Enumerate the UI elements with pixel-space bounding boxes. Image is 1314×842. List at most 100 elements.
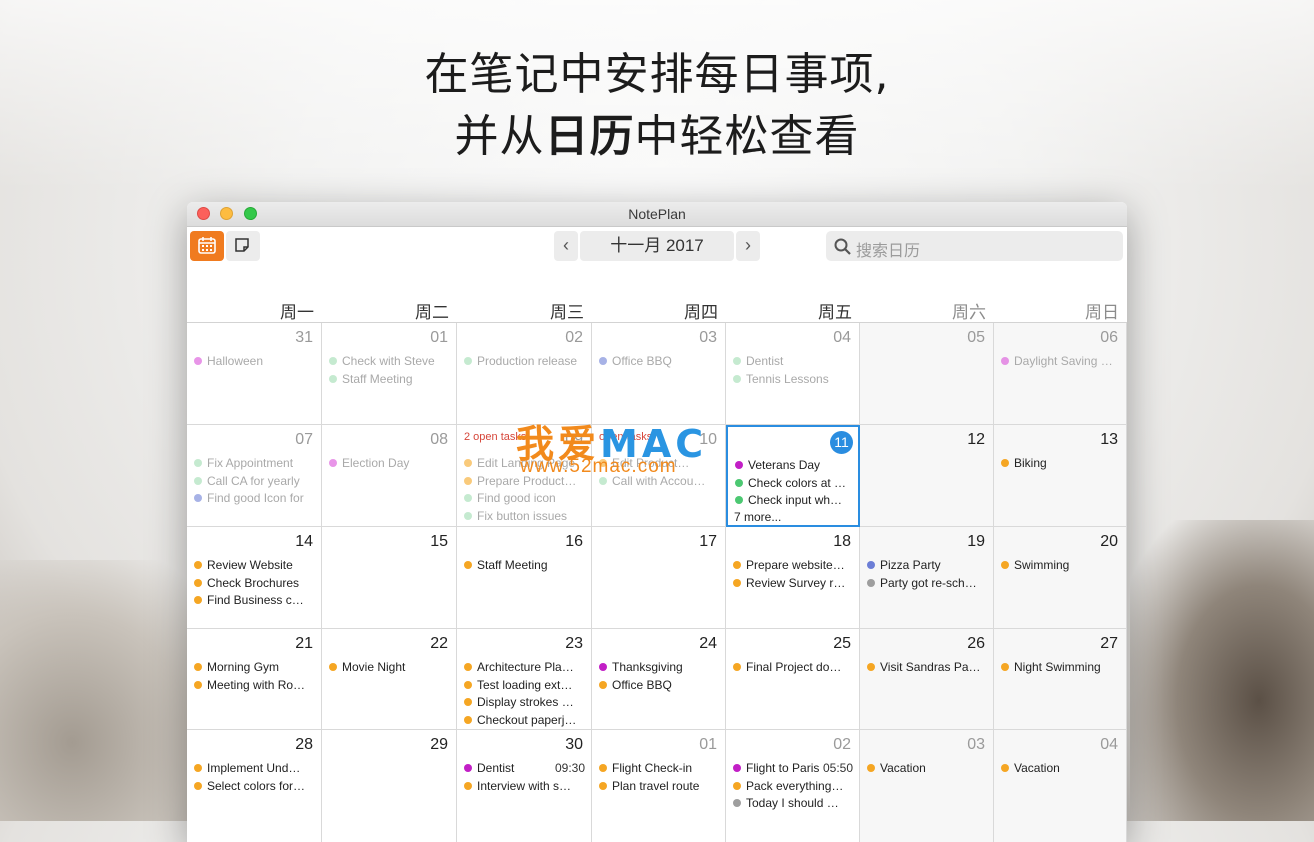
day-cell[interactable]: 24 Thanksgiving Office BBQ <box>592 629 726 730</box>
calendar-event[interactable]: Prepare website… <box>733 557 853 573</box>
day-cell[interactable]: 21 Morning Gym Meeting with Ro… <box>187 629 322 730</box>
calendar-event[interactable]: Morning Gym <box>194 659 315 675</box>
event-color-dot <box>464 511 472 520</box>
calendar-event[interactable]: Night Swimming <box>1001 659 1120 675</box>
day-cell[interactable]: 08 Election Day <box>322 425 457 527</box>
calendar-event[interactable]: Movie Night <box>329 659 450 675</box>
calendar-event[interactable]: Implement Und… <box>194 760 315 776</box>
calendar-event[interactable]: Plan travel route <box>599 778 719 794</box>
next-month-button[interactable]: › <box>736 231 760 261</box>
calendar-event[interactable]: Interview with s… <box>464 778 585 794</box>
event-title: Flight to Paris <box>746 761 820 775</box>
calendar-event[interactable]: Daylight Saving … <box>1001 353 1120 369</box>
event-color-dot <box>329 663 337 671</box>
calendar-event[interactable]: Check with Steve <box>329 353 450 369</box>
day-number: 04 <box>833 329 851 346</box>
event-title: Movie Night <box>342 660 406 674</box>
event-color-dot <box>329 357 337 365</box>
calendar-event[interactable]: Review Survey r… <box>733 575 853 591</box>
day-cell[interactable]: 23 Architecture Pla… Test loading ext… Disp… <box>457 629 592 730</box>
day-cell[interactable]: 03 Vacation <box>860 730 994 842</box>
calendar-event[interactable]: Pizza Party <box>867 557 987 573</box>
calendar-event[interactable]: Swimming <box>1001 557 1120 573</box>
day-cell[interactable]: 11 Veterans Day Check colors at … Check inp… <box>726 425 860 527</box>
calendar-event[interactable]: Checkout paperj… <box>464 712 585 728</box>
note-icon <box>235 238 249 252</box>
day-cell[interactable]: 04 Dentist Tennis Lessons <box>726 323 860 425</box>
calendar-event[interactable]: Vacation <box>867 760 987 776</box>
day-cell[interactable]: 29 <box>322 730 457 842</box>
day-cell[interactable]: 06 Daylight Saving … <box>994 323 1127 425</box>
more-events-link[interactable]: 7 more... <box>734 510 781 524</box>
calendar-event[interactable]: Dentist <box>733 353 853 369</box>
calendar-event[interactable]: Call CA for yearly <box>194 473 315 489</box>
calendar-event[interactable]: Tennis Lessons <box>733 371 853 387</box>
calendar-event[interactable]: Staff Meeting <box>329 371 450 387</box>
calendar-event[interactable]: Biking <box>1001 455 1120 471</box>
day-cell[interactable]: 02 Production release <box>457 323 592 425</box>
calendar-event[interactable]: Final Project do… <box>733 659 853 675</box>
calendar-event[interactable]: Fix button issues <box>464 508 585 524</box>
calendar-event[interactable]: Meeting with Ro… <box>194 677 315 693</box>
event-title: Display strokes … <box>477 695 574 709</box>
day-cell[interactable]: 25 Final Project do… <box>726 629 860 730</box>
month-label[interactable]: 十一月 2017 <box>580 231 734 261</box>
day-cell[interactable]: 16 Staff Meeting <box>457 527 592 629</box>
calendar-event[interactable]: Check Brochures <box>194 575 315 591</box>
day-cell[interactable]: 18 Prepare website… Review Survey r… <box>726 527 860 629</box>
calendar-event[interactable]: Party got re-sch… <box>867 575 987 591</box>
day-cell[interactable]: 03 Office BBQ <box>592 323 726 425</box>
day-cell[interactable]: 05 <box>860 323 994 425</box>
calendar-event[interactable]: Halloween <box>194 353 315 369</box>
day-cell[interactable]: 31 Halloween <box>187 323 322 425</box>
calendar-event[interactable]: Select colors for… <box>194 778 315 794</box>
day-cell[interactable]: 13 Biking <box>994 425 1127 527</box>
search-calendar-field[interactable]: 搜索日历 <box>826 231 1123 261</box>
day-cell[interactable]: 30 Dentist 09:30 Interview with s… <box>457 730 592 842</box>
calendar-event[interactable]: Vacation <box>1001 760 1120 776</box>
day-cell[interactable]: 17 <box>592 527 726 629</box>
notes-view-button[interactable] <box>226 231 260 261</box>
calendar-event[interactable]: Visit Sandras Pa… <box>867 659 987 675</box>
calendar-event[interactable]: Review Website <box>194 557 315 573</box>
calendar-event[interactable]: Test loading ext… <box>464 677 585 693</box>
day-cell[interactable]: 01 Flight Check-in Plan travel route <box>592 730 726 842</box>
calendar-event[interactable]: Flight Check-in <box>599 760 719 776</box>
calendar-event[interactable]: Office BBQ <box>599 677 719 693</box>
calendar-event[interactable]: Flight to Paris 05:50 <box>733 760 853 776</box>
day-cell[interactable]: 07 Fix Appointment Call CA for yearly Find … <box>187 425 322 527</box>
day-cell[interactable]: 27 Night Swimming <box>994 629 1127 730</box>
day-cell[interactable]: 04 Vacation <box>994 730 1127 842</box>
day-cell[interactable]: 26 Visit Sandras Pa… <box>860 629 994 730</box>
day-cell[interactable]: 22 Movie Night <box>322 629 457 730</box>
calendar-event[interactable]: Dentist 09:30 <box>464 760 585 776</box>
calendar-event[interactable]: Find good Icon for <box>194 490 315 506</box>
calendar-view-button[interactable] <box>190 231 224 261</box>
calendar-event[interactable]: Architecture Pla… <box>464 659 585 675</box>
calendar-event[interactable]: Thanksgiving <box>599 659 719 675</box>
calendar-event[interactable]: Check input wh… <box>735 492 852 508</box>
calendar-event[interactable]: Find Business c… <box>194 592 315 608</box>
day-cell[interactable]: 14 Review Website Check Brochures Find Busi… <box>187 527 322 629</box>
calendar-event[interactable]: Find good icon <box>464 490 585 506</box>
day-cell[interactable]: 20 Swimming <box>994 527 1127 629</box>
day-cell[interactable]: 12 <box>860 425 994 527</box>
calendar-event[interactable]: Fix Appointment <box>194 455 315 471</box>
calendar-event[interactable]: Today I should … <box>733 795 853 811</box>
calendar-event[interactable]: Production release <box>464 353 585 369</box>
day-cell[interactable]: 19 Pizza Party Party got re-sch… <box>860 527 994 629</box>
calendar-event[interactable]: Staff Meeting <box>464 557 585 573</box>
day-cell[interactable]: 15 <box>322 527 457 629</box>
event-title: Architecture Pla… <box>477 660 574 674</box>
calendar-event[interactable]: Check colors at … <box>735 475 852 491</box>
calendar-event[interactable]: Veterans Day <box>735 457 852 473</box>
calendar-event[interactable]: Display strokes … <box>464 694 585 710</box>
day-cell[interactable]: 28 Implement Und… Select colors for… <box>187 730 322 842</box>
calendar-event[interactable]: Office BBQ <box>599 353 719 369</box>
calendar-event[interactable]: Pack everything… <box>733 778 853 794</box>
day-cell[interactable]: 01 Check with Steve Staff Meeting <box>322 323 457 425</box>
previous-month-button[interactable]: ‹ <box>554 231 578 261</box>
day-number: 18 <box>833 533 851 550</box>
calendar-event[interactable]: Election Day <box>329 455 450 471</box>
day-cell[interactable]: 02 Flight to Paris 05:50 Pack everything… To… <box>726 730 860 842</box>
